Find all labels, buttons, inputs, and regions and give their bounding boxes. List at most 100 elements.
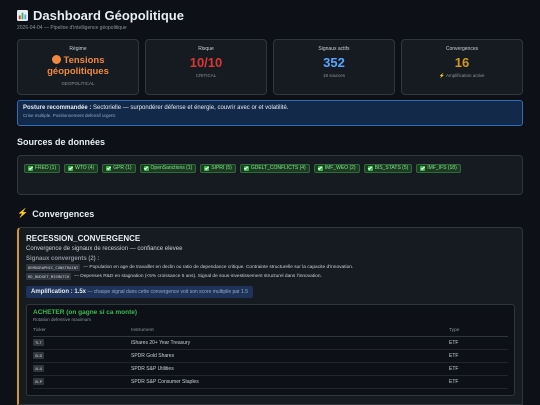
column-header-instrument: Instrument <box>131 326 449 337</box>
amplification-label: Amplification : 1.5x <box>31 289 87 295</box>
kpi-sub: 18 sources <box>322 73 345 78</box>
ticker-badge: XLU <box>33 365 44 372</box>
source-chip-label: WTO (4) <box>75 165 95 172</box>
posture-banner: Posture recommandée : Sectorielle — surp… <box>17 100 523 126</box>
convergence-name: RECESSION_CONVERGENCE <box>26 234 141 243</box>
kpi-value: 352 <box>323 55 345 70</box>
kpi-value: Tensions géopolitiques <box>18 55 138 77</box>
page-title: Dashboard Géopolitique <box>17 8 184 23</box>
sources-panel: FRED (1) WTO (4) GPR (1) OpenSanctions (… <box>17 155 523 195</box>
buy-panel: ACHETER (on gagne si ca monte) Rotation … <box>26 304 515 396</box>
convergence-description: Convergence de signaux de recession — co… <box>26 246 183 252</box>
source-chip[interactable]: FRED (1) <box>24 164 61 173</box>
signal-tag: DEMOGRAPHIC_CONSTRAINT <box>26 264 81 271</box>
kpi-sub: ⚡ Amplification active <box>402 73 522 79</box>
kpi-sub: CRITICAL <box>195 73 217 78</box>
kpi-label: Signaux actifs <box>318 46 350 52</box>
table-header-row: Ticker Instrument Type <box>33 326 508 337</box>
instrument-cell: SPDR S&P Consumer Staples <box>131 375 449 389</box>
ticker-badge: XLP <box>33 378 44 385</box>
type-cell: ETF <box>449 349 508 363</box>
kpi-sub-text: Amplification active <box>446 73 485 78</box>
check-icon <box>204 166 210 171</box>
page-subtitle: 2026-04-04 — Pipeline d'intelligence géo… <box>17 25 127 31</box>
amplification-badge: Amplification : 1.5x — chaque signal dan… <box>26 286 254 298</box>
instrument-cell: SPDR S&P Utilities <box>131 362 449 376</box>
check-icon <box>420 166 426 171</box>
source-chip-label: BIS_STATS (5) <box>374 165 409 172</box>
signal-item: DEMOGRAPHIC_CONSTRAINT — Population en a… <box>26 264 515 271</box>
signal-text: — Depenses R&D en stagnation (<5% croiss… <box>74 274 322 279</box>
kpi-regime: Régime Tensions géopolitiques GEOPOLITIC… <box>17 39 139 95</box>
check-icon <box>143 166 149 171</box>
posture-text: Sectorielle — surpondérer défense et éne… <box>93 105 289 111</box>
source-chip-label: GPR (1) <box>113 165 132 172</box>
ticker-badge: TLT <box>33 339 44 346</box>
source-chip[interactable]: SIPRI (5) <box>200 164 236 173</box>
source-chip[interactable]: GDELT_CONFLICTS (4) <box>239 164 310 173</box>
kpi-row: Régime Tensions géopolitiques GEOPOLITIC… <box>17 39 523 95</box>
instrument-cell: iShares 20+ Year Treasury <box>131 336 449 350</box>
kpi-risk: Risque 10/10 CRITICAL <box>145 39 267 95</box>
signal-text: — Population en age de travailler en dec… <box>83 265 354 270</box>
column-header-ticker: Ticker <box>33 326 131 337</box>
source-chip[interactable]: GPR (1) <box>102 164 136 173</box>
source-chip[interactable]: IMF_WEO (2) <box>313 164 360 173</box>
type-cell: ETF <box>449 362 508 376</box>
source-chip-label: SIPRI (5) <box>211 165 232 172</box>
buy-subtitle: Rotation defensive maximum <box>33 317 92 322</box>
source-chip-label: IMF_WEO (2) <box>324 165 356 172</box>
instruments-table: Ticker Instrument Type TLT iShares 20+ Y… <box>33 326 508 389</box>
check-icon <box>243 166 249 171</box>
table-row: XLP SPDR S&P Consumer Staples ETF <box>33 375 508 389</box>
kpi-value: 10/10 <box>189 55 223 70</box>
kpi-label: Risque <box>198 46 214 52</box>
kpi-value: 16 <box>454 55 470 70</box>
check-icon <box>68 166 74 171</box>
convergences-heading-text: Convergences <box>32 208 95 219</box>
kpi-sub: GEOPOLITICAL <box>61 81 95 86</box>
ticker-badge: GLD <box>33 352 44 359</box>
source-chip[interactable]: BIS_STATS (5) <box>363 164 413 173</box>
source-chip[interactable]: IMF_IFS (18) <box>416 164 461 173</box>
sources-heading: Sources de données <box>17 137 106 147</box>
lightning-icon: ⚡ <box>439 73 446 78</box>
type-cell: ETF <box>449 375 508 389</box>
posture-sub: Crise multiple. Positionnement defensif … <box>23 113 117 118</box>
convergence-card: RECESSION_CONVERGENCE Convergence de sig… <box>17 227 523 405</box>
table-row: XLU SPDR S&P Utilities ETF <box>33 362 508 376</box>
check-icon <box>367 166 373 171</box>
column-header-type: Type <box>449 326 508 337</box>
source-chip-label: OpenSanctions (1) <box>150 165 193 172</box>
table-row: GLD SPDR Gold Shares ETF <box>33 349 508 363</box>
source-chip[interactable]: OpenSanctions (1) <box>139 164 197 173</box>
source-chip-label: IMF_IFS (18) <box>427 165 457 172</box>
check-icon <box>28 166 33 171</box>
kpi-value-line2: géopolitiques <box>47 66 109 77</box>
status-dot-icon <box>51 55 61 64</box>
signals-label: Signaux convergents (2) : <box>26 256 100 262</box>
kpi-label: Régime <box>69 46 87 52</box>
page-title-text: Dashboard Géopolitique <box>33 8 184 23</box>
kpi-convergences: Convergences 16 ⚡ Amplification active <box>401 39 523 95</box>
posture-line: Posture recommandée : Sectorielle — surp… <box>23 105 517 111</box>
kpi-label: Convergences <box>445 46 479 52</box>
kpi-value-line1: Tensions <box>63 55 105 66</box>
signal-tag: RD_BUDGET_MISMATCH <box>26 273 72 280</box>
source-chip-label: FRED (1) <box>35 165 57 172</box>
lightning-icon: ⚡ <box>17 208 29 218</box>
check-icon <box>317 166 323 171</box>
source-chip-label: GDELT_CONFLICTS (4) <box>250 165 306 172</box>
table-row: TLT iShares 20+ Year Treasury ETF <box>33 336 508 350</box>
bar-chart-icon <box>17 10 28 21</box>
posture-label: Posture recommandée : <box>23 105 92 111</box>
instrument-cell: SPDR Gold Shares <box>131 349 449 363</box>
source-chip[interactable]: WTO (4) <box>64 164 99 173</box>
convergences-heading: ⚡ Convergences <box>17 208 94 219</box>
kpi-signals: Signaux actifs 352 18 sources <box>273 39 395 95</box>
type-cell: ETF <box>449 336 508 350</box>
amplification-text: — chaque signal dans cette convergence v… <box>87 289 249 295</box>
buy-title: ACHETER (on gagne si ca monte) <box>33 309 138 316</box>
check-icon <box>106 166 112 171</box>
signal-item: RD_BUDGET_MISMATCH — Depenses R&D en sta… <box>26 273 515 280</box>
